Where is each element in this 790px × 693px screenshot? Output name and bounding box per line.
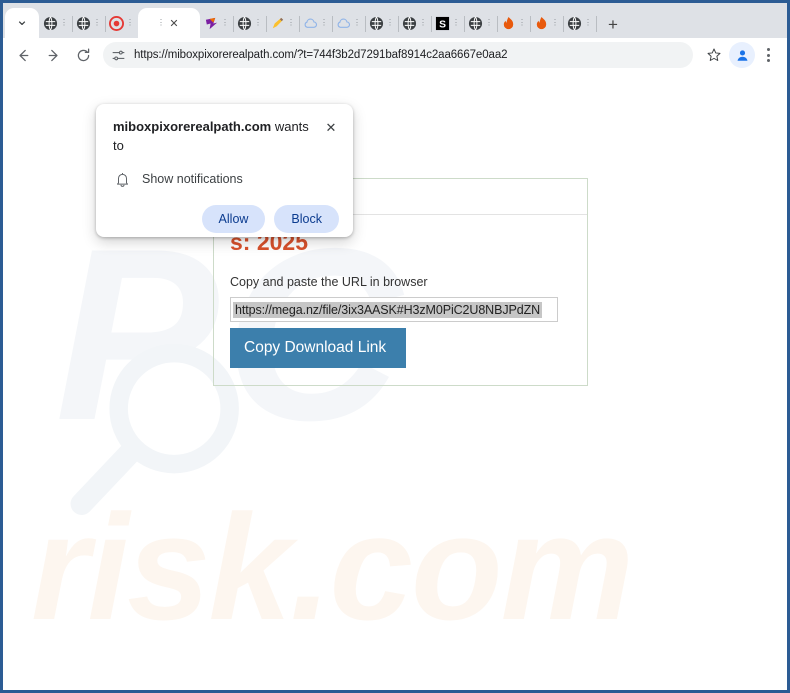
- address-bar[interactable]: https://miboxpixorerealpath.com/?t=744f3…: [103, 42, 693, 68]
- block-button[interactable]: Block: [274, 204, 339, 233]
- tab-item-16[interactable]: ⋮: [530, 8, 564, 38]
- tab-separator: [596, 16, 597, 32]
- svg-text:S: S: [439, 19, 446, 30]
- kebab-dot: [766, 59, 770, 62]
- bell-icon: [117, 172, 128, 187]
- tab-item-9[interactable]: ⋮: [299, 8, 333, 38]
- bookmark-button[interactable]: [701, 42, 727, 68]
- globe-dark-icon: [468, 16, 483, 30]
- tab-item-14[interactable]: ⋮: [464, 8, 498, 38]
- tab-item-2[interactable]: ⋮: [39, 8, 73, 38]
- notification-permission-popup: miboxpixorerealpath.com wants to ✕ Show …: [96, 104, 353, 237]
- star-icon: [707, 48, 721, 61]
- tab-dots: ⋮: [60, 18, 68, 27]
- popup-origin: miboxpixorerealpath.com: [113, 119, 272, 134]
- profile-button[interactable]: [729, 42, 755, 68]
- new-tab-button[interactable]: +: [600, 10, 626, 38]
- tab-dots: ⋮: [126, 18, 134, 27]
- globe-dark-icon: [237, 16, 252, 30]
- orange-fire-icon: [503, 16, 514, 29]
- tab-item-8[interactable]: ⋮: [266, 8, 300, 38]
- tune-icon[interactable]: [111, 48, 126, 63]
- tab-dots: ⋮: [287, 18, 295, 27]
- s-black-square-icon: S: [435, 16, 450, 30]
- popup-actions: Allow Block: [113, 204, 339, 233]
- popup-title: miboxpixorerealpath.com wants to: [113, 118, 313, 156]
- tab-dropdown-button[interactable]: ⌄: [5, 8, 39, 38]
- kebab-dot: [766, 48, 770, 51]
- tab-dots: ⋮: [353, 18, 361, 27]
- forward-button[interactable]: [39, 41, 67, 69]
- tab-item-13[interactable]: S ⋮: [431, 8, 465, 38]
- tab-dots: ⋮: [386, 18, 394, 27]
- globe-dark-icon: [76, 16, 91, 30]
- purple-bird-icon: [205, 17, 218, 29]
- forward-arrow-icon: [48, 49, 58, 61]
- tab-dots: ⋮: [157, 18, 165, 27]
- back-button[interactable]: [9, 41, 37, 69]
- popup-permission-label: Show notifications: [142, 172, 243, 187]
- download-url-value: https://mega.nz/file/3ix3AASK#H3zM0PiC2U…: [233, 301, 543, 318]
- tab-dots: ⋮: [419, 18, 427, 27]
- cloud-blue-icon: [337, 18, 351, 28]
- tab-item-6[interactable]: ⋮: [200, 8, 234, 38]
- back-arrow-icon: [18, 49, 28, 61]
- globe-dark-icon: [369, 16, 384, 30]
- tab-dots: ⋮: [485, 18, 493, 27]
- profile-avatar-icon: [737, 49, 747, 61]
- tab-item-11[interactable]: ⋮: [365, 8, 399, 38]
- tab-strip: ⌄ ⋮ ⋮ ⋮ ⋮ ✕ ⋮ ⋮ ⋮ ⋮ ⋮ ⋮ ⋮ S ⋮ ⋮ ⋮ ⋮ ⋮ +: [3, 3, 787, 38]
- popup-permission-row: Show notifications: [113, 171, 339, 188]
- tab-dots: ⋮: [584, 18, 592, 27]
- tab-item-3[interactable]: ⋮: [72, 8, 106, 38]
- popup-close-icon[interactable]: ✕: [323, 119, 339, 135]
- download-url-field[interactable]: https://mega.nz/file/3ix3AASK#H3zM0PiC2U…: [230, 297, 558, 323]
- tab-dots: ⋮: [320, 18, 328, 27]
- browser-window: ⌄ ⋮ ⋮ ⋮ ⋮ ✕ ⋮ ⋮ ⋮ ⋮ ⋮ ⋮ ⋮ S ⋮ ⋮ ⋮ ⋮ ⋮ + …: [0, 0, 790, 693]
- tab-item-7[interactable]: ⋮: [233, 8, 267, 38]
- tab-dots: ⋮: [452, 18, 460, 27]
- tab-dots: ⋮: [221, 18, 229, 27]
- globe-dark-icon: [402, 16, 417, 30]
- tab-item-active[interactable]: ⋮ ✕: [138, 8, 200, 38]
- tab-item-17[interactable]: ⋮: [563, 8, 597, 38]
- globe-dark-icon: [567, 16, 582, 30]
- tab-close-icon[interactable]: ✕: [167, 16, 181, 30]
- page-viewport: PC risk.com ady... s: 2025 Copy and past…: [3, 72, 787, 690]
- tab-item-12[interactable]: ⋮: [398, 8, 432, 38]
- browser-toolbar: https://miboxpixorerealpath.com/?t=744f3…: [3, 38, 787, 72]
- tab-dots: ⋮: [93, 18, 101, 27]
- tab-list: ⌄ ⋮ ⋮ ⋮ ⋮ ✕ ⋮ ⋮ ⋮ ⋮ ⋮ ⋮ ⋮ S ⋮ ⋮ ⋮ ⋮ ⋮ +: [5, 3, 653, 38]
- reload-button[interactable]: [69, 41, 97, 69]
- record-red-icon: [109, 15, 124, 31]
- tab-dots: ⋮: [254, 18, 262, 27]
- allow-button[interactable]: Allow: [201, 204, 266, 233]
- watermark-risk-text: risk.com: [31, 483, 634, 651]
- orange-fire-icon: [536, 16, 547, 29]
- tab-dots: ⋮: [518, 18, 526, 27]
- yellow-pen-icon: [272, 17, 284, 28]
- kebab-dot: [766, 53, 770, 57]
- address-bar-url: https://miboxpixorerealpath.com/?t=744f3…: [134, 49, 508, 61]
- cloud-blue-icon: [304, 18, 318, 28]
- browser-menu-button[interactable]: [757, 42, 779, 68]
- tab-dots: ⋮: [551, 18, 559, 27]
- tab-item-10[interactable]: ⋮: [332, 8, 366, 38]
- tab-item-15[interactable]: ⋮: [497, 8, 531, 38]
- content-box-body: s: 2025 Copy and paste the URL in browse…: [214, 215, 587, 369]
- popup-header: miboxpixorerealpath.com wants to ✕: [113, 118, 339, 156]
- copy-download-link-button[interactable]: Copy Download Link: [230, 328, 406, 369]
- reload-icon: [77, 47, 89, 61]
- globe-dark-icon: [43, 16, 58, 30]
- copy-paste-instruction: Copy and paste the URL in browser: [230, 275, 428, 290]
- tab-item-4[interactable]: ⋮: [105, 8, 139, 38]
